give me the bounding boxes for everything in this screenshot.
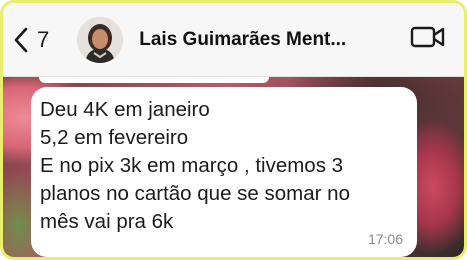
message-bubble[interactable]: Deu 4K em janeiro 5,2 em fevereiro E no … (31, 87, 417, 257)
previous-message-bubble (39, 77, 269, 83)
contact-name[interactable]: Lais Guimarães Ment... (139, 29, 379, 51)
video-call-button[interactable] (410, 25, 446, 54)
chevron-left-icon (13, 27, 29, 53)
unread-count: 7 (37, 26, 50, 52)
message-time: 17:06 (367, 231, 403, 247)
back-button[interactable]: 7 (13, 27, 49, 53)
avatar[interactable] (77, 16, 124, 63)
chat-screen: 7 Lais Guimarães Ment... Deu 4K em janei… (0, 0, 467, 260)
video-camera-icon (410, 25, 446, 54)
message-text: Deu 4K em janeiro 5,2 em fevereiro E no … (40, 98, 350, 233)
chat-header: 7 Lais Guimarães Ment... (3, 3, 464, 77)
